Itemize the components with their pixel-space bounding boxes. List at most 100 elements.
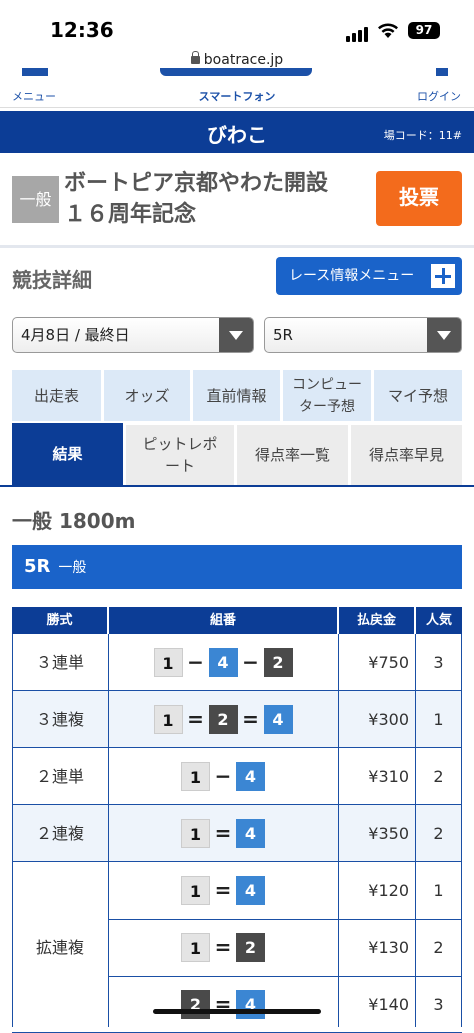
cellular-signal-icon: [346, 23, 370, 42]
boat-number-badge: 2: [236, 933, 265, 962]
date-select[interactable]: 4月8日 / 最終日: [12, 317, 254, 353]
race-info-menu-label: レース情報メニュー: [289, 268, 415, 284]
vote-button[interactable]: 投票: [376, 171, 462, 226]
race-grade: 一般: [58, 560, 87, 576]
menu-icon[interactable]: [22, 68, 48, 76]
row-combo: 1 = 2 = 4: [108, 691, 338, 748]
row-kind: [12, 976, 108, 1033]
race-title-line2: １６周年記念: [64, 202, 197, 227]
tab-label: 結果: [52, 445, 83, 463]
boat-number-badge: 4: [236, 876, 265, 905]
boat-number-badge: 2: [181, 990, 210, 1019]
site-logo[interactable]: [160, 68, 312, 76]
tab-my-prediction[interactable]: マイ予想: [374, 370, 462, 421]
header-popularity: 人気: [416, 607, 462, 634]
tab-label: マイ予想: [387, 386, 448, 405]
boat-number-badge: 4: [263, 705, 293, 734]
combo-separator: =: [187, 707, 204, 731]
payout-table: 勝式 組番 払戻金 人気 ３連単 1−4−2 ¥750 3 ３連複 1 = 2 = 4 ¥300 1 ２…: [12, 607, 462, 1033]
tab-odds[interactable]: オッズ: [104, 370, 190, 421]
venue-code: 場コード：11#: [383, 129, 462, 142]
tab-label: 得点率早見: [368, 446, 444, 464]
address-bar[interactable]: boatrace.jp: [0, 51, 474, 68]
boat-number-badge: 1: [181, 762, 210, 791]
row-kind: ２連単: [35, 767, 84, 786]
combo-separator: =: [214, 992, 232, 1016]
header-combo: 組番: [109, 607, 337, 634]
race-info-menu-button[interactable]: レース情報メニュー: [276, 257, 462, 295]
race-title: ボートピア京都やわた開設 １６周年記念: [64, 168, 364, 230]
race-select[interactable]: 5R: [264, 317, 462, 353]
chevron-down-icon: [219, 318, 253, 352]
tab-label: 得点率一覧: [254, 446, 330, 464]
row-payout: ¥140: [368, 995, 409, 1014]
tab-score-rate-list[interactable]: 得点率一覧: [237, 425, 348, 485]
header-kind: 勝式: [12, 607, 107, 634]
table-border: [338, 634, 339, 1027]
date-select-value: 4月8日 / 最終日: [21, 326, 130, 344]
boat-number-badge: 2: [208, 705, 238, 734]
race-distance: 一般 1800m: [12, 509, 136, 533]
smartphone-label: スマートフォン: [198, 90, 276, 103]
row-combo: 1 = 4: [108, 862, 338, 919]
row-payout: ¥310: [368, 767, 409, 786]
login-link[interactable]: ログイン: [417, 88, 461, 104]
tab-result[interactable]: 結果: [12, 423, 123, 485]
race-select-value: 5R: [273, 326, 293, 344]
race-number: 5R: [24, 556, 51, 577]
tab-label: 出走表: [33, 386, 79, 405]
row-popularity: 2: [433, 824, 444, 843]
section-title: 競技詳細: [12, 268, 92, 292]
site-header: メニュー スマートフォン ログイン: [0, 68, 474, 108]
row-combo: 1 = 2: [108, 919, 338, 976]
tab-pit-report[interactable]: ピットレポ ート: [126, 425, 234, 485]
row-combo: 1−4−2: [108, 634, 338, 691]
boat-number-badge: 1: [181, 819, 210, 848]
boat-number-badge: 1: [181, 876, 210, 905]
combo-separator: −: [214, 764, 232, 788]
row-payout: ¥350: [368, 824, 409, 843]
table-row: 拡連複 1 = 4 ¥120 1: [12, 862, 462, 957]
race-bar: 5R 一般: [12, 545, 462, 589]
table-row: ３連単 1−4−2 ¥750 3: [12, 634, 462, 691]
table-row: 2 = 4 ¥140 3: [12, 976, 462, 1033]
table-row: ２連複 1 = 4 ¥350 2: [12, 805, 462, 862]
table-border: [12, 634, 13, 1027]
home-indicator[interactable]: [153, 1009, 321, 1014]
venue-banner: びわこ 場コード：11#: [0, 111, 474, 153]
row-payout: ¥750: [368, 653, 409, 672]
tab-label: 直前情報: [206, 386, 267, 405]
divider: [0, 245, 474, 248]
clock: 12:36: [50, 18, 114, 42]
combo-separator: =: [214, 821, 232, 845]
tab-before-info[interactable]: 直前情報: [193, 370, 280, 421]
row-combo: 1 = 4: [108, 805, 338, 862]
row-divider: [108, 976, 462, 977]
url-text: boatrace.jp: [203, 52, 284, 68]
row-combo: 1−4: [108, 748, 338, 805]
chevron-down-icon: [427, 318, 461, 352]
boat-number-badge: 1: [153, 648, 183, 677]
tab-underline: [0, 485, 474, 487]
table-row: 1 = 2 ¥130 2: [12, 919, 462, 976]
boat-number-badge: 4: [236, 819, 265, 848]
login-icon[interactable]: [436, 68, 448, 76]
row-popularity: 1: [433, 881, 444, 900]
row-popularity: 2: [433, 938, 444, 957]
row-popularity: 1: [433, 710, 444, 729]
tab-computer-prediction[interactable]: コンピュー ター予想: [283, 370, 371, 421]
table-row: ３連複 1 = 2 = 4 ¥300 1: [12, 691, 462, 748]
row-kind: ３連単: [35, 653, 84, 672]
tab-entry-list[interactable]: 出走表: [12, 370, 101, 421]
row-popularity: 3: [433, 995, 444, 1014]
row-popularity: 3: [433, 653, 444, 672]
race-title-line1: ボートピア京都やわた開設: [64, 171, 329, 196]
plus-icon: [431, 264, 455, 288]
row-kind: ２連複: [35, 824, 84, 843]
table-border: [461, 634, 462, 1027]
tab-label: オッズ: [124, 386, 170, 405]
row-payout: ¥130: [368, 938, 409, 957]
tab-score-rate-chart[interactable]: 得点率早見: [351, 425, 462, 485]
battery-icon: 97: [408, 22, 440, 39]
status-bar: 12:36 97: [0, 0, 474, 50]
